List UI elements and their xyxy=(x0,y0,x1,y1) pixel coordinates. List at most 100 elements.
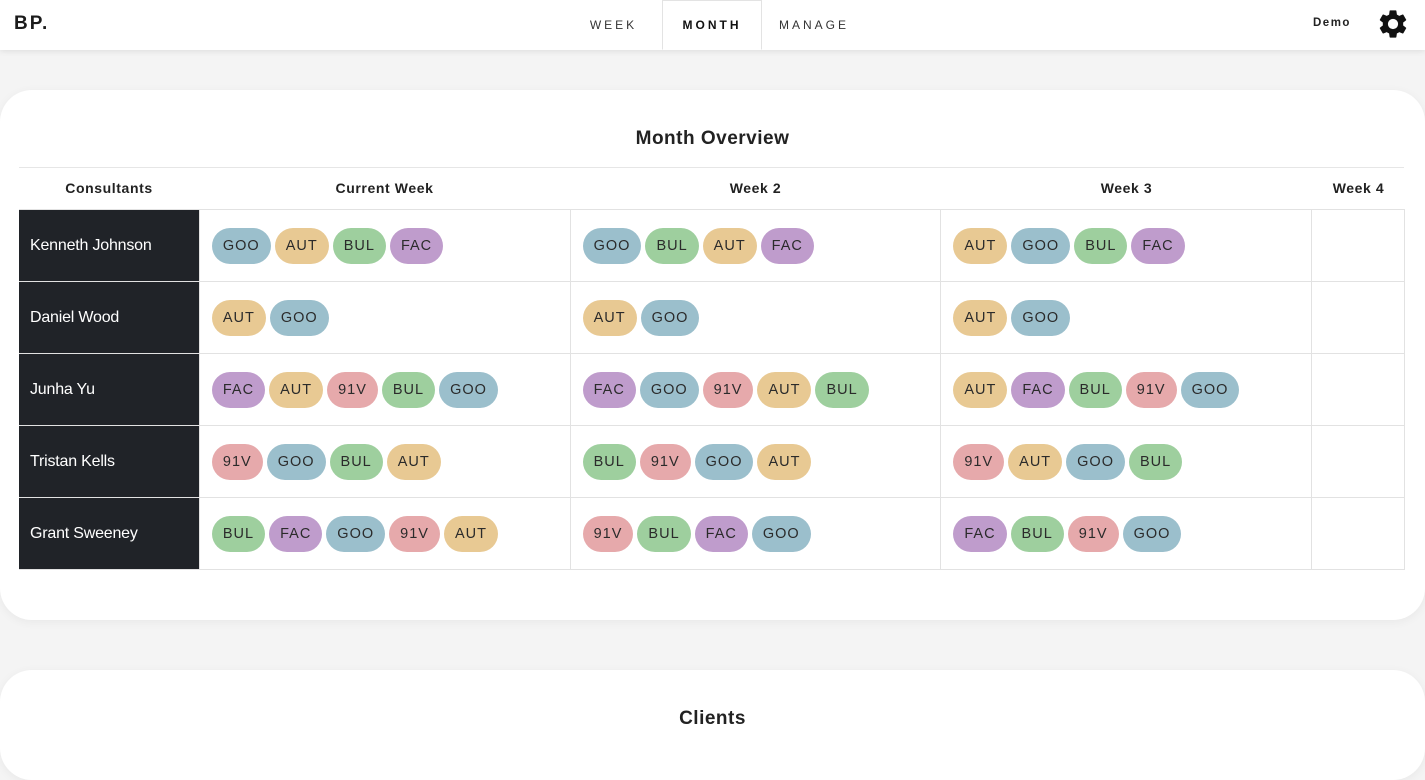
client-badge[interactable]: AUT xyxy=(953,299,1008,336)
client-badge[interactable]: AUT xyxy=(269,371,324,408)
table-row: Grant Sweeney BUL FAC GOO 91V AUT 91V BUL FAC GOO… xyxy=(19,498,1404,570)
client-badge[interactable]: AUT xyxy=(953,371,1008,408)
client-badge[interactable]: GOO xyxy=(439,371,498,408)
client-badge[interactable]: AUT xyxy=(386,443,441,480)
client-badge[interactable]: FAC xyxy=(1131,227,1185,264)
client-badge[interactable]: GOO xyxy=(1066,443,1125,480)
client-badge[interactable]: FAC xyxy=(694,515,748,552)
table-row: Tristan Kells 91V GOO BUL AUT BUL 91V GOO AUT 91V… xyxy=(19,426,1404,498)
table-body: Kenneth Johnson GOO AUT BUL FAC GOO BUL AUT FAC A… xyxy=(19,209,1405,570)
client-badge[interactable]: GOO xyxy=(694,443,754,480)
client-badge[interactable]: FAC xyxy=(389,227,444,264)
client-badge[interactable]: AUT xyxy=(757,371,812,408)
week-cell: BUL 91V GOO AUT xyxy=(569,426,941,497)
gear-icon[interactable] xyxy=(1376,7,1410,41)
week-cell: AUT FAC BUL 91V GOO xyxy=(940,354,1311,425)
week-cell: AUT GOO xyxy=(940,282,1311,353)
month-overview-card: Month Overview Consultants Current Week … xyxy=(0,90,1425,620)
client-badge[interactable]: GOO xyxy=(1180,371,1240,408)
client-badge[interactable]: GOO xyxy=(751,515,811,552)
client-badge[interactable]: 91V xyxy=(639,443,691,480)
week-cell xyxy=(1311,426,1404,497)
clients-card: Clients xyxy=(0,670,1425,780)
column-header-week-4: Week 4 xyxy=(1332,180,1385,196)
client-badge[interactable]: AUT xyxy=(757,443,812,480)
week-cell: BUL FAC GOO 91V AUT xyxy=(198,498,570,569)
consultant-name[interactable]: Kenneth Johnson xyxy=(19,210,199,281)
client-badge[interactable]: FAC xyxy=(582,371,636,408)
month-overview-title: Month Overview xyxy=(635,128,790,149)
week-cell xyxy=(1311,210,1404,281)
client-badge[interactable]: AUT xyxy=(274,227,329,264)
client-badge[interactable]: 91V xyxy=(953,443,1005,480)
tab-week[interactable]: WEEK xyxy=(565,0,662,50)
client-badge[interactable]: BUL xyxy=(1068,371,1122,408)
client-badge[interactable]: BUL xyxy=(582,443,636,480)
client-badge[interactable]: GOO xyxy=(269,299,329,336)
consultant-name[interactable]: Grant Sweeney xyxy=(19,498,199,569)
client-badge[interactable]: FAC xyxy=(953,515,1007,552)
client-badge[interactable]: 91V xyxy=(389,515,440,552)
column-header-consultants: Consultants xyxy=(65,180,153,196)
table-row: Junha Yu FAC AUT 91V BUL GOO FAC GOO 91V AUT BUL AU… xyxy=(19,354,1404,426)
column-header-week-2: Week 2 xyxy=(729,180,782,196)
week-cell: AUT GOO xyxy=(569,282,941,353)
client-badge[interactable]: BUL xyxy=(381,371,436,408)
client-badge[interactable]: AUT xyxy=(1008,443,1063,480)
client-badge[interactable]: GOO xyxy=(1011,227,1071,264)
tab-month[interactable]: MONTH xyxy=(662,0,762,50)
user-name[interactable]: Demo xyxy=(1313,17,1351,29)
client-badge[interactable]: FAC xyxy=(211,371,266,408)
client-badge[interactable]: BUL xyxy=(815,371,869,408)
column-header-week-3: Week 3 xyxy=(1100,180,1153,196)
client-badge[interactable]: FAC xyxy=(1011,371,1065,408)
table-header-row: Consultants Current Week Week 2 Week 3 W… xyxy=(19,168,1405,209)
client-badge[interactable]: FAC xyxy=(269,515,323,552)
client-badge[interactable]: 91V xyxy=(1067,515,1119,552)
client-badge[interactable]: AUT xyxy=(443,515,498,552)
week-cell: GOO BUL AUT FAC xyxy=(569,210,941,281)
client-badge[interactable]: BUL xyxy=(1129,443,1183,480)
client-badge[interactable]: BUL xyxy=(211,515,266,552)
week-cell: 91V AUT GOO BUL xyxy=(940,426,1311,497)
client-badge[interactable]: BUL xyxy=(1010,515,1064,552)
table-row: Daniel Wood AUT GOO AUT GOO AUT GOO xyxy=(19,282,1404,354)
client-badge[interactable]: AUT xyxy=(953,227,1008,264)
week-cell xyxy=(1311,282,1404,353)
client-badge[interactable]: GOO xyxy=(640,299,700,336)
client-badge[interactable]: GOO xyxy=(326,515,386,552)
week-cell: FAC AUT 91V BUL GOO xyxy=(198,354,570,425)
table-row: Kenneth Johnson GOO AUT BUL FAC GOO BUL AUT FAC A… xyxy=(19,210,1404,282)
tab-manage[interactable]: MANAGE xyxy=(762,0,866,50)
client-badge[interactable]: BUL xyxy=(1074,227,1128,264)
clients-title: Clients xyxy=(679,708,746,729)
client-badge[interactable]: GOO xyxy=(1011,299,1071,336)
client-badge[interactable]: BUL xyxy=(637,515,691,552)
client-badge[interactable]: BUL xyxy=(332,227,386,264)
client-badge[interactable]: 91V xyxy=(702,371,754,408)
client-badge[interactable]: 91V xyxy=(211,443,263,480)
consultant-name[interactable]: Junha Yu xyxy=(19,354,199,425)
client-badge[interactable]: 91V xyxy=(327,371,378,408)
client-badge[interactable]: GOO xyxy=(266,443,326,480)
client-badge[interactable]: GOO xyxy=(211,227,271,264)
month-overview-table: Consultants Current Week Week 2 Week 3 W… xyxy=(19,168,1405,570)
client-badge[interactable]: AUT xyxy=(582,299,637,336)
client-badge[interactable]: BUL xyxy=(329,443,383,480)
client-badge[interactable]: AUT xyxy=(211,299,266,336)
client-badge[interactable]: BUL xyxy=(645,227,699,264)
consultant-name[interactable]: Daniel Wood xyxy=(19,282,199,353)
client-badge[interactable]: GOO xyxy=(639,371,699,408)
week-cell: FAC GOO 91V AUT BUL xyxy=(569,354,941,425)
client-badge[interactable]: GOO xyxy=(582,227,642,264)
client-badge[interactable]: FAC xyxy=(760,227,814,264)
client-badge[interactable]: AUT xyxy=(702,227,757,264)
client-badge[interactable]: GOO xyxy=(1122,515,1182,552)
client-badge[interactable]: 91V xyxy=(582,515,634,552)
client-badge[interactable]: 91V xyxy=(1125,371,1177,408)
week-cell: AUT GOO xyxy=(198,282,570,353)
week-cell: 91V GOO BUL AUT xyxy=(198,426,570,497)
week-cell: 91V BUL FAC GOO xyxy=(569,498,941,569)
brand-logo[interactable]: BP. xyxy=(14,13,49,35)
consultant-name[interactable]: Tristan Kells xyxy=(19,426,199,497)
